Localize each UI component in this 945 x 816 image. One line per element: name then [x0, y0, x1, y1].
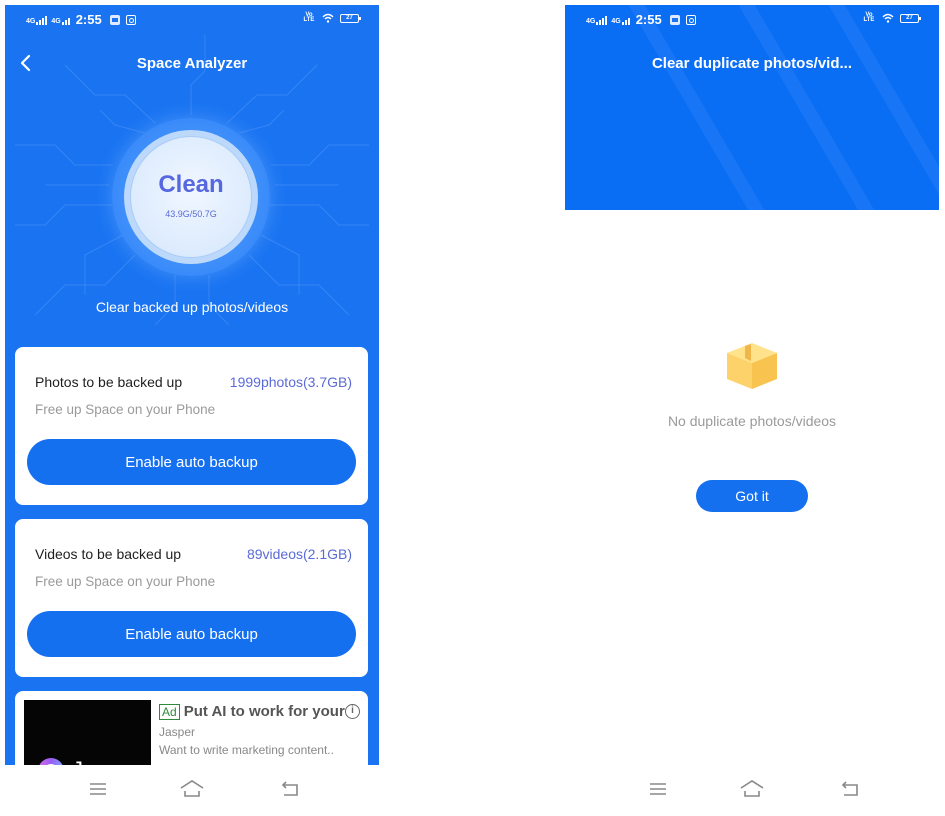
ad-advertiser: Jasper	[159, 725, 196, 739]
photos-backup-card: Photos to be backed up 1999photos(3.7GB)…	[15, 347, 368, 505]
menu-icon[interactable]	[645, 778, 671, 800]
wifi-icon	[322, 13, 334, 23]
back-icon[interactable]	[277, 778, 303, 800]
home-icon[interactable]	[179, 778, 205, 800]
ad-headline: Put AI to work for your	[183, 703, 345, 720]
status-bar: 4G 4G 2:55 Vo LTE 27	[5, 5, 379, 33]
storage-usage: 43.9G/50.7G	[165, 209, 217, 219]
ad-banner[interactable]: Jasper Ad Put AI to work for your i Jasp…	[15, 691, 368, 765]
menu-icon[interactable]	[85, 778, 111, 800]
signal-icon: 4G	[586, 15, 608, 25]
header-background: 4G 4G 2:55 Vo LTE 27	[565, 5, 939, 210]
clock: 2:55	[75, 12, 102, 27]
app-notification-icon	[669, 14, 680, 25]
box-icon	[727, 343, 777, 389]
back-icon[interactable]	[837, 778, 863, 800]
volte-icon: Vo LTE	[303, 12, 315, 23]
card-subtitle: Free up Space on your Phone	[35, 574, 216, 589]
system-nav-bar	[565, 765, 939, 816]
signal-icon: 4G	[611, 15, 630, 25]
page-title: Clear duplicate photos/vid...	[651, 55, 853, 72]
page-title: Space Analyzer	[136, 55, 248, 72]
clock: 2:55	[635, 12, 662, 27]
info-icon[interactable]: i	[345, 704, 360, 719]
ad-badge: Ad	[159, 703, 180, 720]
header-background: 4G 4G 2:55 Vo LTE 27	[5, 5, 379, 765]
storage-gauge[interactable]: Clean 43.9G/50.7G	[112, 118, 270, 276]
gauge-status: Clean	[158, 171, 224, 198]
instagram-notification-icon	[685, 14, 696, 25]
ad-description: Want to write marketing content..	[159, 743, 334, 757]
space-analyzer-screen: 4G 4G 2:55 Vo LTE 27 Space Analyzer Clea…	[5, 5, 379, 816]
home-icon[interactable]	[739, 778, 765, 800]
card-label: Photos to be backed up	[35, 374, 183, 390]
card-subtitle: Free up Space on your Phone	[35, 402, 216, 417]
signal-icon: 4G	[26, 15, 48, 25]
empty-state-message: No duplicate photos/videos	[667, 413, 837, 429]
enable-auto-backup-button[interactable]: Enable auto backup	[27, 439, 356, 485]
duplicate-photos-screen: 4G 4G 2:55 Vo LTE 27 Clear duplicate pho…	[565, 5, 939, 816]
status-bar: 4G 4G 2:55 Vo LTE 27	[565, 5, 939, 33]
got-it-button[interactable]: Got it	[696, 480, 808, 512]
enable-auto-backup-button[interactable]: Enable auto backup	[27, 611, 356, 657]
app-notification-icon	[109, 14, 120, 25]
volte-icon: Vo LTE	[863, 12, 875, 23]
card-label: Videos to be backed up	[35, 546, 182, 562]
wifi-icon	[882, 13, 894, 23]
instagram-notification-icon	[125, 14, 136, 25]
system-nav-bar	[5, 765, 379, 816]
signal-icon: 4G	[51, 15, 70, 25]
section-caption: Clear backed up photos/videos	[95, 299, 289, 315]
card-value: 1999photos(3.7GB)	[229, 374, 352, 390]
battery-icon: 27	[900, 13, 921, 23]
header-stripes	[628, 5, 939, 210]
jasper-logo-icon	[38, 758, 64, 765]
card-value: 89videos(2.1GB)	[246, 546, 352, 562]
battery-icon: 27	[340, 13, 361, 23]
ad-thumbnail[interactable]: Jasper	[24, 700, 151, 765]
videos-backup-card: Videos to be backed up 89videos(2.1GB) F…	[15, 519, 368, 677]
